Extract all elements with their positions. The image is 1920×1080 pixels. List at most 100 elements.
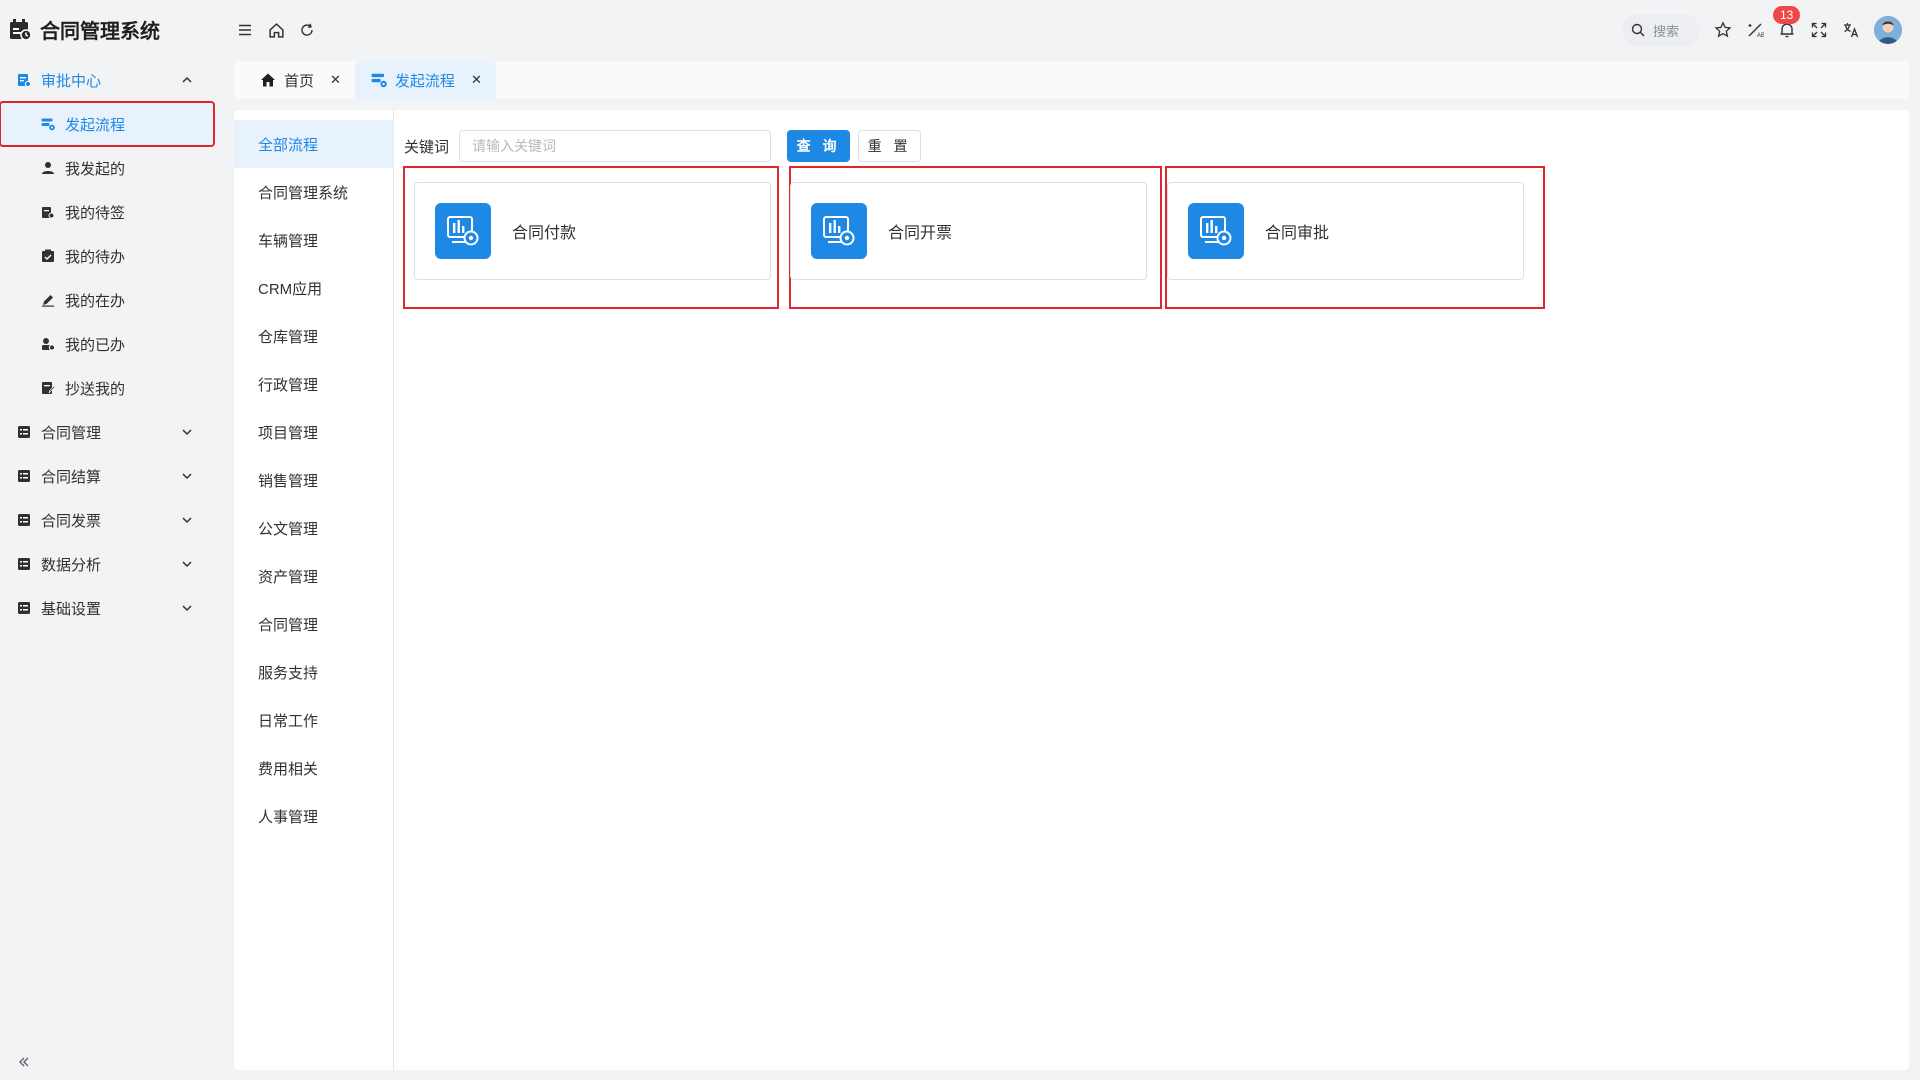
sidebar-item-cc-me[interactable]: 抄送我的 [0,366,222,410]
process-chart-icon [435,203,491,259]
app-logo: 合同管理系统 [0,0,222,58]
menu-toggle-icon[interactable] [236,21,254,39]
sidebar-group-contract-settlement[interactable]: 合同结算 [0,454,222,498]
sidebar: 合同管理系统 审批中心 发起流程 我发起的 我的待签 我的待办 我的在办 我的已… [0,0,222,1080]
sidebar-group-basic-settings[interactable]: 基础设置 [0,586,222,630]
sidebar-item-label: 我的已办 [65,336,126,354]
reset-button[interactable]: 重 置 [858,130,922,162]
category-item[interactable]: 车辆管理 [234,216,393,264]
category-item[interactable]: 全部流程 [234,120,393,168]
sidebar-item-label: 我的待办 [65,248,126,266]
process-card-label: 合同开票 [888,225,953,242]
sidebar-group-contract-invoice[interactable]: 合同发票 [0,498,222,542]
list-icon [18,558,30,570]
cc-icon [42,382,55,394]
category-item[interactable]: 项目管理 [234,408,393,456]
svg-text:AB: AB [1757,33,1764,39]
chevron-down-icon [182,605,192,612]
category-item[interactable]: 合同管理系统 [234,168,393,216]
home-icon[interactable] [267,21,285,39]
star-icon[interactable] [1714,21,1732,39]
tabs-bar: 首页 ✕ 发起流程 ✕ [234,61,1909,99]
chevron-down-icon [182,473,192,480]
edit-icon [42,295,54,307]
top-header: 搜索 AB 13 [222,0,1920,60]
process-card-contract-payment[interactable]: 合同付款 [414,182,771,280]
category-item[interactable]: 人事管理 [234,792,393,840]
category-item[interactable]: 行政管理 [234,360,393,408]
flow-icon [371,73,387,88]
sidebar-group-label: 合同结算 [41,468,102,486]
approval-icon [18,74,31,87]
fullscreen-icon[interactable] [1810,21,1828,39]
tab-start-process[interactable]: 发起流程 ✕ [354,61,496,99]
sidebar-item-initiated-by-me[interactable]: 我发起的 [0,146,222,190]
category-item[interactable]: 合同管理 [234,600,393,648]
sidebar-item-my-todo[interactable]: 我的待办 [0,234,222,278]
search-form: 关键词 查 询 重 置 [404,130,922,162]
process-card-label: 合同付款 [512,225,577,242]
list-icon [18,470,30,482]
chevron-up-icon [182,76,192,83]
sidebar-item-label: 我的在办 [65,292,126,310]
keyword-input[interactable] [459,130,772,162]
sidebar-item-label: 我发起的 [65,160,126,178]
refresh-icon[interactable] [298,21,316,39]
sidebar-item-start-process[interactable]: 发起流程 [0,101,215,147]
category-item[interactable]: 费用相关 [234,744,393,792]
process-card-contract-invoicing[interactable]: 合同开票 [790,182,1147,280]
sidebar-group-label: 数据分析 [41,556,102,574]
sidebar-group-label: 审批中心 [41,72,102,90]
list-icon [18,514,30,526]
tools-icon[interactable]: AB [1746,21,1764,39]
sidebar-group-label: 合同发票 [41,512,102,530]
sidebar-item-label: 发起流程 [65,116,126,134]
category-item[interactable]: 资产管理 [234,552,393,600]
search-placeholder: 搜索 [1653,23,1680,39]
list-icon [18,426,30,438]
category-item[interactable]: 公文管理 [234,504,393,552]
process-card-contract-approval[interactable]: 合同审批 [1167,182,1524,280]
process-card-label: 合同审批 [1265,225,1330,242]
app-title: 合同管理系统 [40,20,160,43]
sidebar-group-label: 基础设置 [41,600,102,618]
chevron-down-icon [182,517,192,524]
todo-icon [42,249,54,262]
translate-icon[interactable] [1842,21,1860,39]
query-button[interactable]: 查 询 [787,130,851,162]
category-item[interactable]: 日常工作 [234,696,393,744]
notification-bell-icon[interactable]: 13 [1773,6,1801,39]
flow-icon [41,118,55,131]
process-chart-icon [811,203,867,259]
notification-badge: 13 [1773,6,1801,24]
chevron-down-icon [182,561,192,568]
sidebar-item-label: 我的待签 [65,204,126,222]
category-item[interactable]: 服务支持 [234,648,393,696]
category-item[interactable]: CRM应用 [234,264,393,312]
keyword-label: 关键词 [404,138,450,156]
process-content: 关键词 查 询 重 置 [403,110,1909,1070]
sidebar-group-contract-management[interactable]: 合同管理 [0,410,222,454]
list-icon [18,602,30,614]
sidebar-item-in-progress[interactable]: 我的在办 [0,278,222,322]
sidebar-item-label: 抄送我的 [65,380,126,398]
sidebar-group-data-analysis[interactable]: 数据分析 [0,542,222,586]
category-item[interactable]: 仓库管理 [234,312,393,360]
chevron-down-icon [182,429,192,436]
collapse-sidebar-icon[interactable] [16,1054,32,1070]
global-search[interactable]: 搜索 [1622,14,1700,46]
tab-home[interactable]: 首页 ✕ [234,61,355,99]
sidebar-item-done[interactable]: 我的已办 [0,322,222,366]
user-icon [42,162,54,174]
process-chart-icon [1188,203,1244,259]
logo-icon [10,19,32,41]
sidebar-group-approval-center[interactable]: 审批中心 [0,58,222,102]
close-icon[interactable]: ✕ [471,72,482,88]
search-icon [1631,23,1645,37]
close-icon[interactable]: ✕ [330,72,341,88]
user-avatar[interactable] [1874,16,1902,44]
sidebar-group-label: 合同管理 [41,424,102,442]
category-item[interactable]: 销售管理 [234,456,393,504]
sidebar-item-pending-sign[interactable]: 我的待签 [0,190,222,234]
category-list: 全部流程 合同管理系统 车辆管理 CRM应用 仓库管理 行政管理 项目管理 销售… [234,110,394,1070]
